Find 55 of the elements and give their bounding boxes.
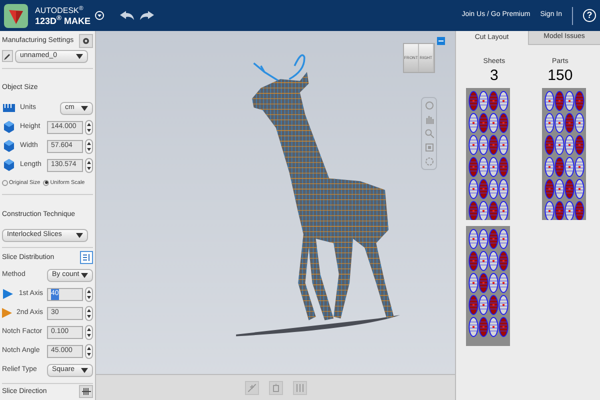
spinner-button[interactable] <box>85 324 93 340</box>
edit-button[interactable] <box>2 50 13 62</box>
up-arrow-icon <box>87 142 91 145</box>
stat-value: 3 <box>490 68 498 84</box>
slices-icon <box>82 388 90 396</box>
dropdown-circle-icon[interactable] <box>94 11 104 20</box>
down-arrow-icon <box>87 315 91 318</box>
spinner-button[interactable] <box>85 120 93 135</box>
down-arrow-icon <box>87 296 91 300</box>
help-button[interactable]: ? <box>583 9 596 22</box>
cube-icon <box>4 159 14 172</box>
up-arrow-icon <box>87 160 91 164</box>
caret-icon <box>81 368 88 373</box>
spinner-button[interactable] <box>85 306 93 321</box>
caret-icon <box>81 272 88 278</box>
radio-button[interactable] <box>43 180 50 186</box>
down-arrow-icon <box>87 353 91 356</box>
ruler-icon <box>3 104 15 112</box>
settings-button[interactable] <box>79 34 93 48</box>
spinner-button[interactable] <box>85 344 93 359</box>
stat-value: 150 <box>548 68 573 84</box>
cube-icon <box>4 140 14 152</box>
up-arrow-icon <box>87 290 91 293</box>
spinner-button[interactable] <box>85 286 93 302</box>
undo-icon[interactable] <box>120 11 134 20</box>
logo-icon <box>4 4 28 28</box>
brand-name: AUTODESK$^{®}$ <box>35 6 84 15</box>
sheet-thumbnail[interactable] <box>466 88 510 220</box>
sheet-thumbnail[interactable] <box>542 88 586 220</box>
slices-icon <box>296 384 304 392</box>
down-arrow-icon <box>87 148 91 152</box>
down-arrow-icon <box>87 167 91 170</box>
up-arrow-icon <box>87 308 91 312</box>
restore-icon[interactable] <box>437 37 445 45</box>
caret-icon <box>76 54 83 59</box>
caret-icon <box>76 232 83 238</box>
down-arrow-icon <box>87 334 91 338</box>
spinner-button[interactable] <box>85 158 93 173</box>
pencil-icon <box>4 52 11 60</box>
cube-icon <box>4 121 14 134</box>
caret-icon <box>81 106 88 111</box>
down-arrow-icon <box>87 129 91 132</box>
product-name: 123D$^{®}$ MAKE <box>35 16 90 26</box>
spinner-button[interactable] <box>85 138 93 154</box>
up-arrow-icon <box>87 122 91 126</box>
up-arrow-icon <box>87 346 91 350</box>
slice-direction-button[interactable] <box>79 385 93 398</box>
redo-icon[interactable] <box>140 11 154 20</box>
trash-icon <box>272 384 278 392</box>
up-arrow-icon <box>87 328 91 331</box>
sheet-thumbnail[interactable] <box>466 226 510 346</box>
radio-button[interactable] <box>2 180 8 186</box>
list-icon <box>83 254 90 262</box>
list-button[interactable] <box>80 251 93 264</box>
connect-icon <box>248 384 256 392</box>
